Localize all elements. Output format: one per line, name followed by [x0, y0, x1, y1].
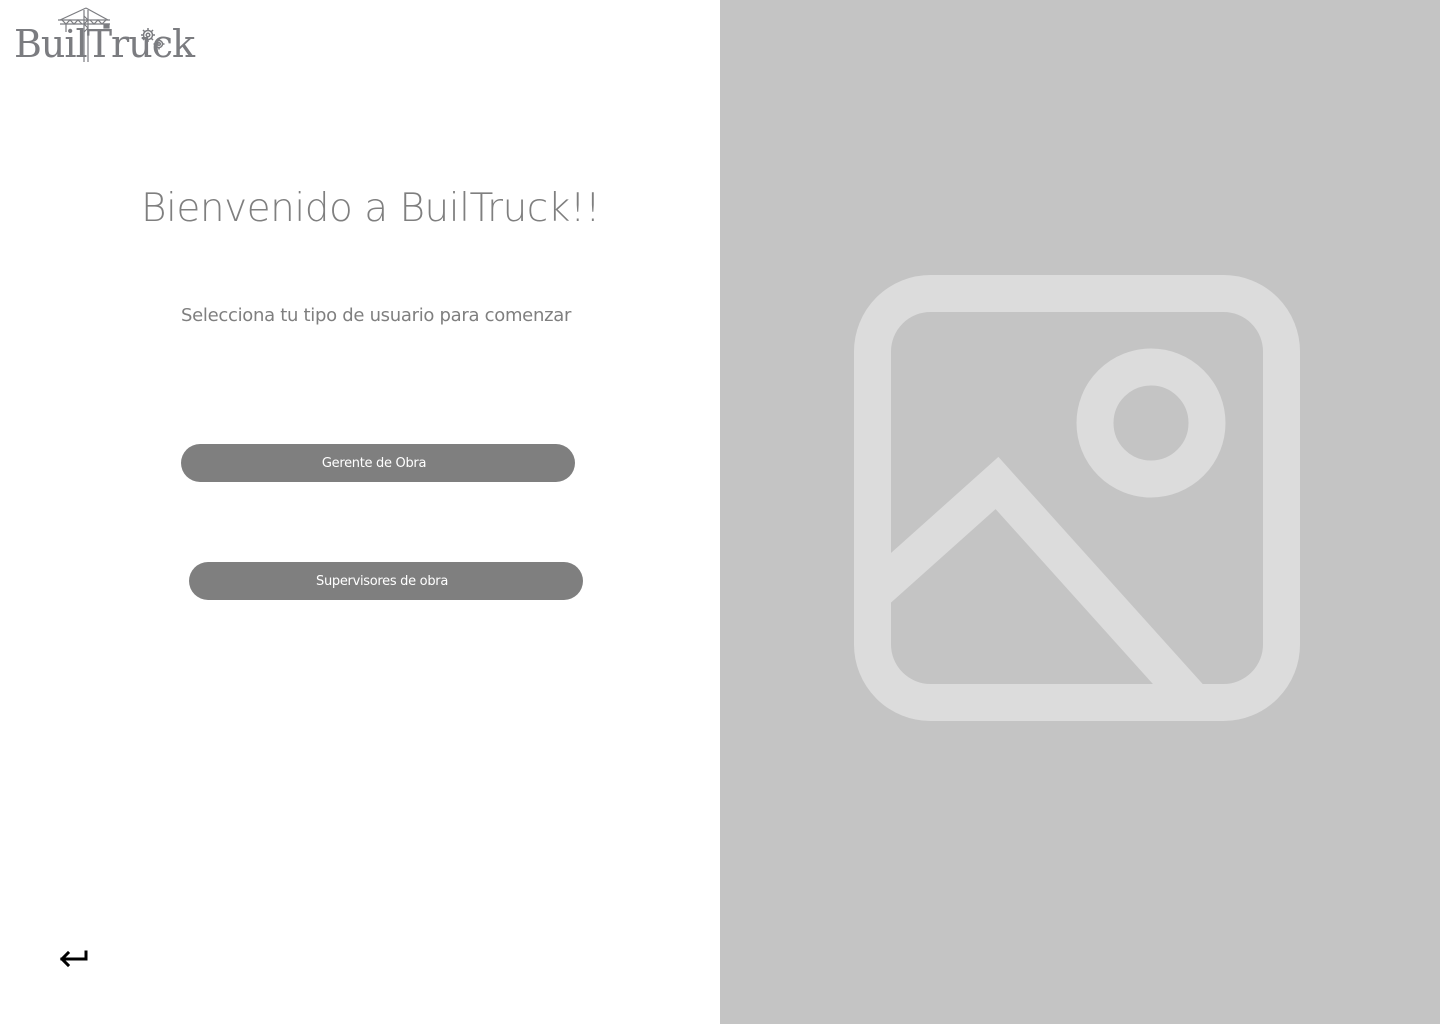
left-panel: BuilTruck Bienvenido a BuilTruck!! Selec… [0, 0, 720, 1024]
hero-image-panel [720, 0, 1440, 1024]
manager-role-button[interactable]: Gerente de Obra [181, 444, 575, 482]
supervisors-role-label: Supervisores de obra [316, 573, 448, 589]
return-arrow-icon [59, 950, 88, 968]
logo-text: BuilTruck [14, 22, 195, 66]
manager-role-label: Gerente de Obra [321, 455, 427, 471]
image-placeholder-icon [854, 275, 1300, 721]
welcome-subtitle: Selecciona tu tipo de usuario para comen… [181, 305, 572, 326]
welcome-page: BuilTruck Bienvenido a BuilTruck!! Selec… [0, 0, 1440, 1024]
supervisors-role-button[interactable]: Supervisores de obra [189, 562, 583, 600]
welcome-title: Bienvenido a BuilTruck!! [141, 186, 601, 231]
logo: BuilTruck [14, 6, 195, 66]
back-button[interactable] [56, 944, 92, 974]
gears-icon [141, 28, 165, 50]
